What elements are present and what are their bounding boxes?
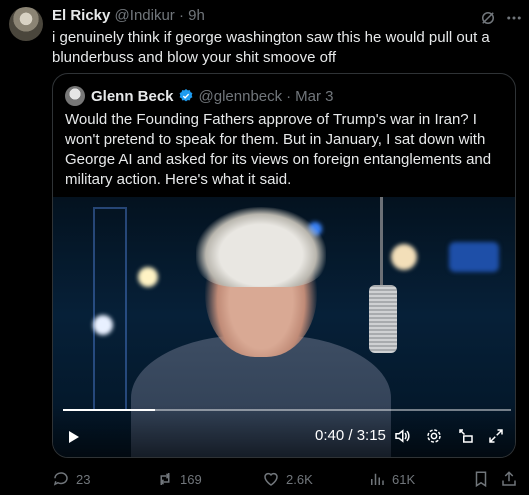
video-progress-bar[interactable] bbox=[63, 409, 511, 411]
tweet-text: i genuinely think if george washington s… bbox=[52, 29, 490, 66]
quote-author-name[interactable]: Glenn Beck bbox=[91, 88, 174, 105]
speaker-hair bbox=[196, 207, 326, 287]
stage-light bbox=[138, 267, 158, 287]
author-avatar[interactable] bbox=[9, 7, 43, 41]
video-time: 0:40 / 3:15 bbox=[315, 427, 386, 444]
reply-icon bbox=[53, 472, 68, 486]
tweet-actions: 23 169 2.6K 61K bbox=[52, 470, 522, 490]
microphone bbox=[369, 285, 397, 353]
like-count: 2.6K bbox=[286, 471, 313, 487]
stage-light bbox=[93, 315, 113, 335]
header-separator: · bbox=[178, 7, 184, 24]
author-name[interactable]: El Ricky bbox=[52, 7, 110, 24]
share-button[interactable] bbox=[500, 470, 518, 488]
bookmark-button[interactable] bbox=[472, 470, 490, 488]
monitor-glow bbox=[449, 242, 499, 272]
quote-author-avatar[interactable] bbox=[65, 86, 85, 106]
more-options-icon[interactable] bbox=[504, 8, 524, 28]
settings-gear-icon[interactable] bbox=[423, 425, 445, 447]
grok-icon[interactable] bbox=[478, 8, 498, 28]
microphone-stand bbox=[380, 197, 383, 285]
quoted-tweet[interactable]: Glenn Beck @glennbeck · Mar 3 Would the … bbox=[52, 73, 516, 458]
video-progress-fill bbox=[63, 409, 155, 411]
verified-badge-icon bbox=[179, 89, 192, 102]
reply-button[interactable]: 23 bbox=[52, 470, 90, 488]
views-button[interactable]: 61K bbox=[368, 470, 415, 488]
quote-author-handle[interactable]: @glennbeck bbox=[199, 88, 283, 105]
repost-button[interactable]: 169 bbox=[156, 470, 202, 488]
analytics-icon bbox=[371, 473, 384, 485]
quote-text: Would the Founding Fathers approve of Tr… bbox=[65, 111, 492, 188]
repost-icon bbox=[160, 473, 170, 485]
repost-count: 169 bbox=[180, 471, 202, 487]
video-player[interactable]: 0:40 / 3:15 bbox=[53, 197, 515, 457]
bookmark-icon bbox=[475, 471, 487, 488]
tweet-time[interactable]: 9h bbox=[188, 7, 205, 24]
reply-count: 23 bbox=[76, 471, 91, 487]
stage-truss bbox=[93, 207, 127, 411]
quote-date[interactable]: Mar 3 bbox=[295, 88, 333, 105]
heart-icon bbox=[264, 472, 278, 486]
view-count: 61K bbox=[392, 471, 416, 487]
video-controls bbox=[53, 405, 515, 457]
share-icon bbox=[502, 471, 516, 486]
like-button[interactable]: 2.6K bbox=[262, 470, 313, 488]
author-handle[interactable]: @Indikur bbox=[115, 7, 175, 24]
play-icon[interactable] bbox=[63, 427, 83, 447]
volume-icon[interactable] bbox=[391, 425, 413, 447]
picture-in-picture-icon[interactable] bbox=[455, 425, 477, 447]
quote-header: Glenn Beck @glennbeck · Mar 3 bbox=[65, 86, 334, 106]
quote-separator: · bbox=[286, 87, 292, 105]
fullscreen-icon[interactable] bbox=[485, 425, 507, 447]
stage-light bbox=[391, 244, 417, 270]
tweet-header: El Ricky @Indikur · 9h bbox=[52, 7, 205, 25]
